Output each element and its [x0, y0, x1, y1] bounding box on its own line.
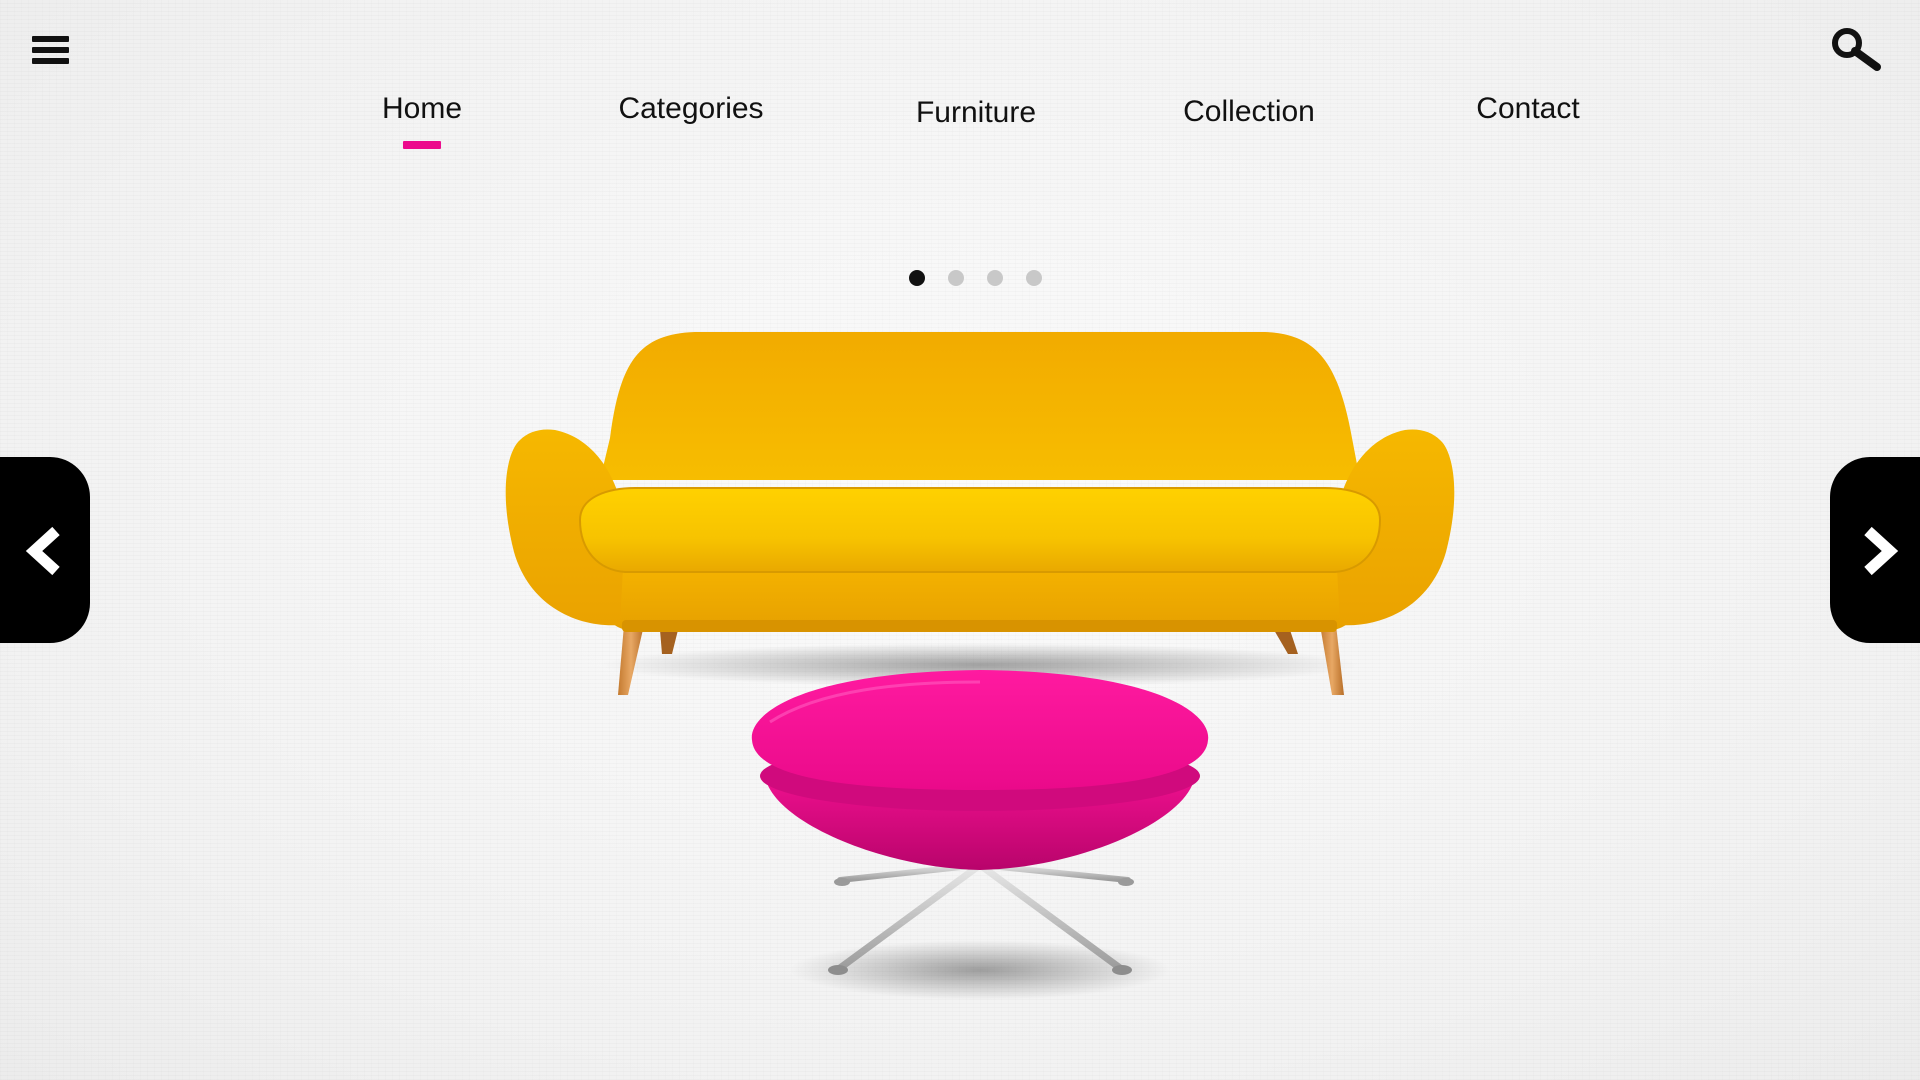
chevron-right-icon	[1864, 526, 1899, 576]
menu-icon-bar	[32, 47, 69, 53]
magnifier-search-icon	[1832, 28, 1881, 71]
search-button[interactable]	[1830, 26, 1886, 74]
active-nav-indicator	[403, 141, 441, 149]
main-navigation: Home Categories Furniture Collection Con…	[0, 88, 1920, 158]
carousel-dot-4[interactable]	[1026, 270, 1042, 286]
nav-item-contact[interactable]: Contact	[1476, 92, 1579, 126]
carousel-dot-2[interactable]	[948, 270, 964, 286]
nav-item-home[interactable]: Home	[381, 92, 463, 149]
menu-icon-bar	[32, 58, 69, 64]
menu-button[interactable]	[30, 34, 72, 68]
hamburger-menu-icon	[32, 36, 69, 42]
nav-item-label: Furniture	[915, 96, 1037, 129]
nav-item-label: Collection	[1183, 95, 1315, 128]
nav-item-label: Contact	[1476, 92, 1580, 125]
nav-item-categories[interactable]: Categories	[618, 92, 763, 126]
carousel-next-button[interactable]	[1830, 457, 1920, 643]
carousel-pagination	[0, 268, 1920, 288]
carousel-slide-image	[505, 332, 1455, 1000]
carousel-prev-button[interactable]	[0, 457, 90, 643]
carousel-dot-3[interactable]	[987, 270, 1003, 286]
nav-item-label: Categories	[618, 92, 764, 125]
carousel-dot-1[interactable]	[909, 270, 925, 286]
nav-item-label: Home	[381, 92, 463, 125]
nav-item-furniture[interactable]: Furniture	[916, 96, 1036, 130]
chevron-left-icon	[25, 526, 60, 576]
nav-item-collection[interactable]: Collection	[1183, 95, 1315, 129]
